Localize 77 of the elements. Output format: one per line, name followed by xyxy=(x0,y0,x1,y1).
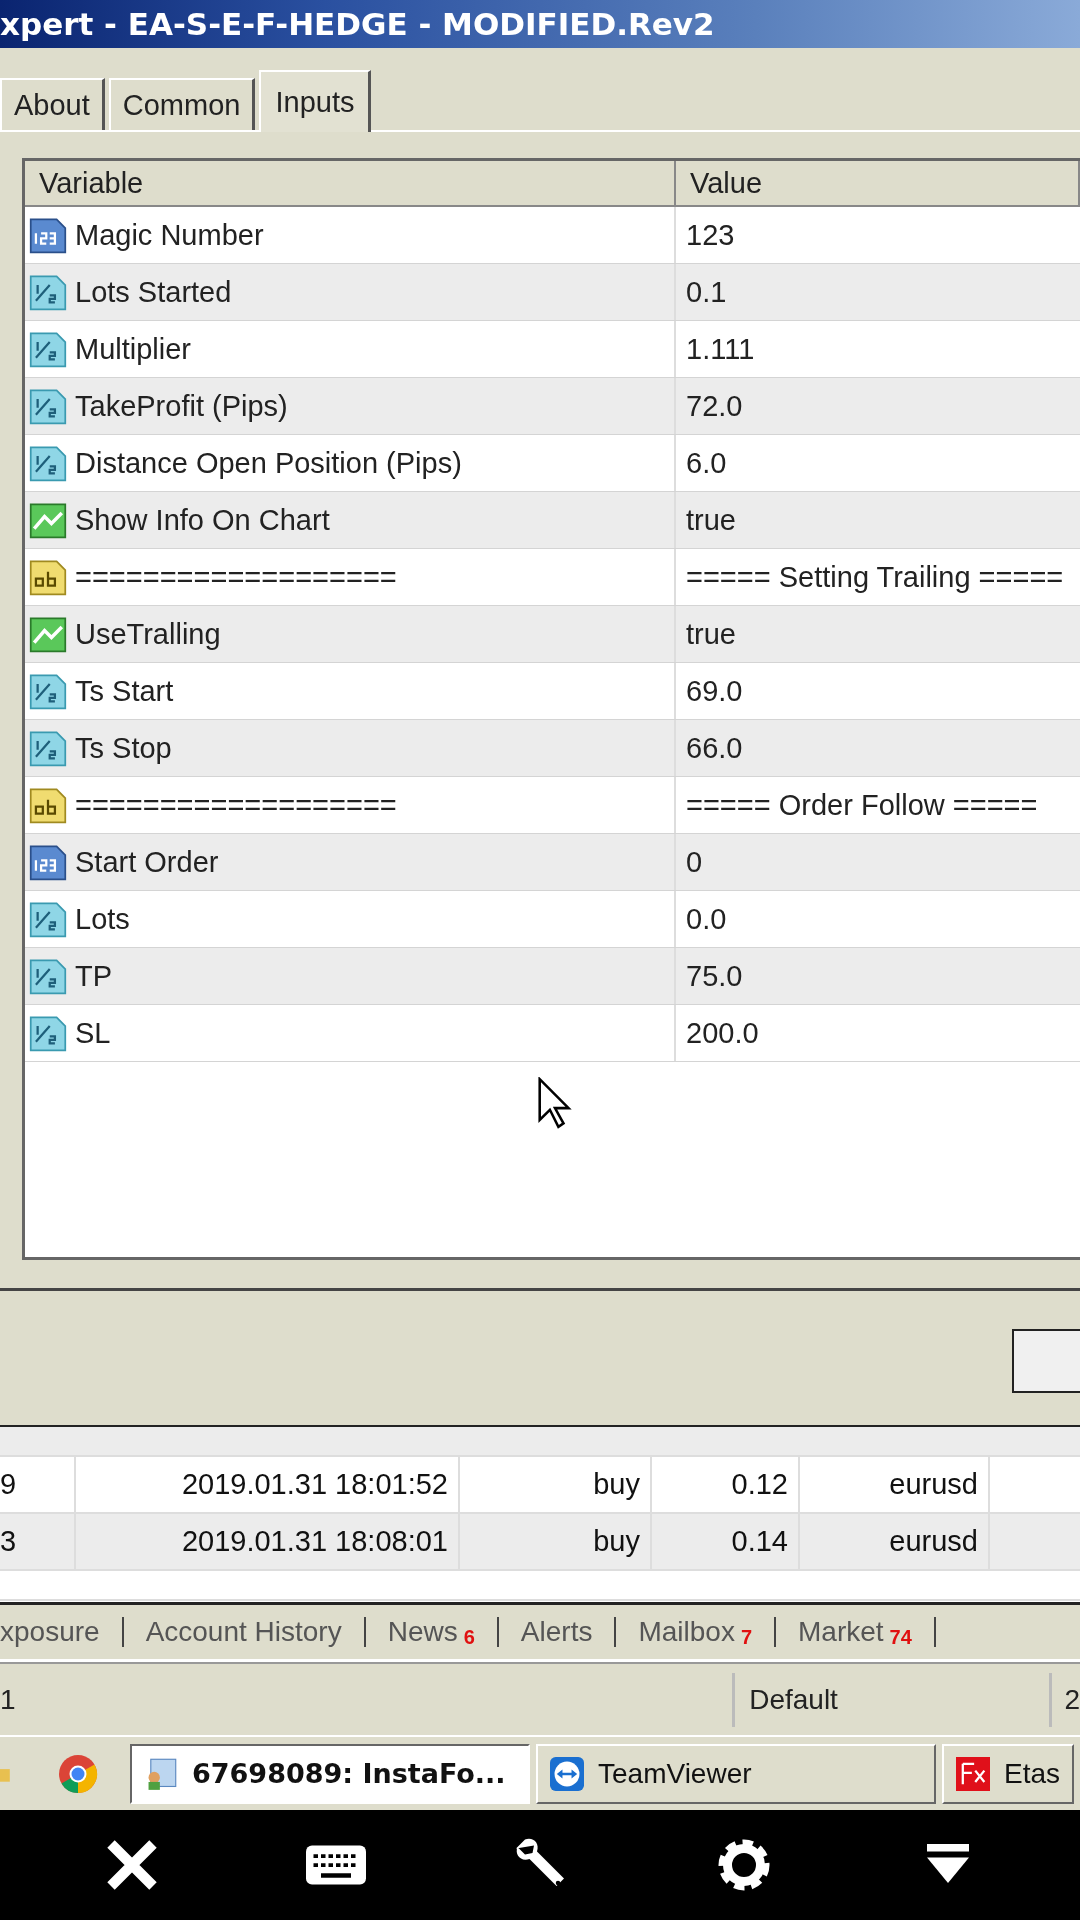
variable-value[interactable]: 200.0 xyxy=(686,1016,759,1050)
table-cell: buy xyxy=(460,1514,652,1569)
number-type-icon xyxy=(29,1014,67,1052)
status-bar-text: 2 xyxy=(1063,1682,1080,1717)
variable-name: Distance Open Position (Pips) xyxy=(75,446,462,480)
variable-name: SL xyxy=(75,1016,111,1050)
terminal-tab[interactable]: xposure xyxy=(0,1617,124,1647)
variable-value[interactable]: 0 xyxy=(686,845,703,879)
table-cell: 0.12 xyxy=(652,1457,800,1512)
column-header[interactable]: Value xyxy=(676,161,1080,205)
dialog-button[interactable] xyxy=(1012,1329,1080,1393)
terminal-tab[interactable]: Mailbox $_{7}$ xyxy=(616,1617,777,1647)
terminal-tab[interactable]: Market $_{74}$ xyxy=(776,1617,936,1647)
status-bar-text: 1 xyxy=(0,1672,736,1727)
variable-value[interactable]: ===== Setting Trailing ===== xyxy=(686,560,1064,594)
number-type-icon xyxy=(29,444,67,482)
variable-name: =================== xyxy=(75,560,397,594)
table-cell: 9 xyxy=(0,1457,76,1512)
table-cell: eurusd xyxy=(800,1514,990,1569)
table-cell: 3 xyxy=(0,1514,76,1569)
variable-value[interactable]: ===== Order Follow ===== xyxy=(686,788,1038,822)
taskbar-button[interactable]: Etas xyxy=(942,1743,1075,1804)
number-type-icon xyxy=(29,672,67,710)
variable-value[interactable]: 69.0 xyxy=(686,674,743,708)
terminal-tab[interactable]: News $_{6}$ xyxy=(365,1617,499,1647)
variable-name: =================== xyxy=(75,788,397,822)
mouse-cursor-icon xyxy=(538,1077,572,1129)
variable-name: Ts Stop xyxy=(75,731,172,765)
variable-value[interactable]: 75.0 xyxy=(686,959,743,993)
variable-value[interactable]: 0.1 xyxy=(686,275,727,309)
terminal-tab[interactable]: Account History xyxy=(123,1617,366,1647)
number-type-icon xyxy=(29,273,67,311)
variable-value[interactable]: 6.0 xyxy=(686,446,727,480)
browser-icon[interactable] xyxy=(58,1753,98,1794)
variable-name: Ts Start xyxy=(75,674,174,708)
table-cell: eurusd xyxy=(800,1457,990,1512)
variable-value[interactable]: 1.111 xyxy=(686,332,755,366)
variable-name: TP xyxy=(75,959,113,993)
fx-logo-icon xyxy=(956,1756,990,1791)
number-type-icon xyxy=(29,330,67,368)
taskbar-button[interactable]: TeamViewer xyxy=(536,1743,936,1804)
table-cell: 2019.01.31 18:01:52 xyxy=(76,1457,460,1512)
window-title: xpert - EA-S-E-F-HEDGE - MODIFIED.Rev2 xyxy=(0,6,715,42)
number-type-icon xyxy=(29,900,67,938)
variable-name: UseTralling xyxy=(75,617,221,651)
variable-value[interactable]: 123 xyxy=(686,218,735,252)
table-cell: 0.14 xyxy=(652,1514,800,1569)
number-type-icon xyxy=(29,387,67,425)
table-cell: buy xyxy=(460,1457,652,1512)
variable-value[interactable]: true xyxy=(686,503,736,537)
chart-icon xyxy=(29,615,67,653)
variable-name: Start Order xyxy=(75,845,219,879)
number-type-icon xyxy=(29,843,67,881)
taskbar-button[interactable]: 67698089: InstaFo... xyxy=(130,1743,530,1804)
table-cell: 2019.01.31 18:08:01 xyxy=(76,1514,460,1569)
terminal-tab[interactable]: Alerts xyxy=(498,1617,617,1647)
number-type-icon xyxy=(29,216,67,254)
variable-name: Magic Number xyxy=(75,218,264,252)
variable-value[interactable]: true xyxy=(686,617,736,651)
variable-value[interactable]: 66.0 xyxy=(686,731,743,765)
variable-value[interactable]: 72.0 xyxy=(686,389,743,423)
column-header[interactable]: Variable xyxy=(25,161,676,205)
tab[interactable]: Inputs xyxy=(259,70,372,132)
variable-name: Multiplier xyxy=(75,332,192,366)
tab[interactable]: Common xyxy=(108,78,256,130)
chart-icon xyxy=(29,501,67,539)
text-type-icon xyxy=(29,786,67,824)
number-type-icon xyxy=(29,729,67,767)
number-type-icon xyxy=(29,957,67,995)
variable-name: Lots xyxy=(75,902,130,936)
variable-name: Show Info On Chart xyxy=(75,503,330,537)
variable-name: Lots Started xyxy=(75,275,232,309)
tab[interactable]: About xyxy=(0,78,105,130)
text-type-icon xyxy=(29,558,67,596)
status-bar-text: Default xyxy=(735,1672,1053,1727)
variable-name: TakeProfit (Pips) xyxy=(75,389,288,423)
variable-value[interactable]: 0.0 xyxy=(686,902,727,936)
